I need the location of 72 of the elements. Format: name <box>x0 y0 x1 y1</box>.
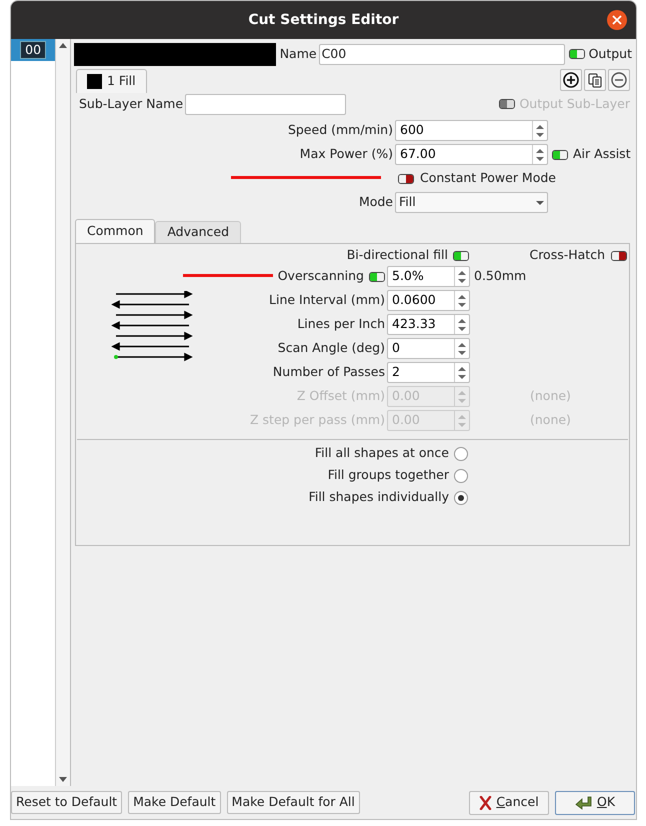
settings-tab[interactable]: Advanced <box>155 221 242 243</box>
remove-button[interactable] <box>608 69 630 91</box>
copy-button[interactable] <box>584 69 606 91</box>
toggle-label: Constant Power Mode <box>420 169 556 188</box>
toggle-switch[interactable] <box>552 150 568 160</box>
setting-note: (none) <box>530 411 571 430</box>
name-label: Name <box>280 44 317 63</box>
radio-button[interactable] <box>454 490 468 504</box>
fill-setting-label: Scan Angle (deg) <box>278 339 385 358</box>
close-icon[interactable] <box>607 10 627 30</box>
sublayer-name-field[interactable] <box>185 94 346 114</box>
caret-icon <box>536 200 544 204</box>
spin-arrows-icon[interactable] <box>536 148 544 162</box>
output-sublayer-label: Output Sub-Layer <box>519 94 630 113</box>
spin-arrows-icon[interactable] <box>458 270 466 284</box>
scrollbar[interactable] <box>55 39 70 786</box>
footer-button[interactable]: Reset to Default <box>11 791 122 814</box>
window-title: Cut Settings Editor <box>248 10 399 30</box>
setting-label: Max Power (%) <box>298 145 394 164</box>
cross-hatch-label: Cross-Hatch <box>529 246 605 264</box>
spin-arrows-icon[interactable] <box>458 294 466 308</box>
color-swatch <box>87 74 102 89</box>
ok-button[interactable]: OK <box>555 790 635 814</box>
radio-button[interactable] <box>454 446 468 460</box>
sublayer-name-label: Sub-Layer Name <box>79 94 184 113</box>
spin-field[interactable]: 600 <box>395 120 548 141</box>
setting-note: (none) <box>530 387 571 406</box>
mode-dropdown[interactable]: Fill <box>395 192 548 213</box>
toggle-switch[interactable] <box>369 272 385 282</box>
toggle-switch[interactable] <box>568 49 585 59</box>
fill-setting-label: Lines per Inch <box>297 315 385 334</box>
spin-field[interactable]: 423.33 <box>387 314 470 335</box>
spin-arrows-icon[interactable] <box>536 124 544 138</box>
add-button[interactable] <box>560 69 582 91</box>
settings-tab[interactable]: Common <box>75 219 156 243</box>
fill-setting-label: Overscanning <box>278 267 364 286</box>
spin-field[interactable]: 5.0% <box>387 266 470 287</box>
scroll-up-icon[interactable] <box>59 43 68 48</box>
fill-setting-label: Line Interval (mm) <box>269 291 385 310</box>
cancel-button[interactable]: Cancel <box>469 790 549 814</box>
spin-arrows-icon[interactable] <box>458 366 466 380</box>
scroll-down-icon[interactable] <box>59 777 68 782</box>
spin-arrows-icon[interactable] <box>458 342 466 356</box>
toggle-switch[interactable] <box>398 174 414 184</box>
spin-field[interactable]: 0.0600 <box>387 290 470 311</box>
footer-button[interactable]: Make Default for All <box>226 791 360 814</box>
toggle-label: Air Assist <box>573 145 631 164</box>
toggle-switch[interactable] <box>453 250 469 260</box>
radio-label: Fill all shapes at once <box>314 444 450 462</box>
bidirectional-label: Bi-directional fill <box>346 246 449 264</box>
radio-label: Fill shapes individually <box>308 488 450 506</box>
setting-note: 0.50mm <box>474 267 526 286</box>
return-arrow-icon <box>574 796 593 810</box>
x-icon <box>479 796 492 810</box>
setting-label: Mode <box>358 193 394 212</box>
layer-item[interactable]: 00 <box>11 39 56 61</box>
fill-setting-label: Z Offset (mm) <box>296 387 385 406</box>
name-field[interactable]: C00 <box>318 44 565 64</box>
radio-label: Fill groups together <box>326 466 450 484</box>
radio-button[interactable] <box>454 468 468 482</box>
setting-label: Speed (mm/min) <box>286 121 394 140</box>
spin-arrows-icon[interactable] <box>458 318 466 332</box>
footer-button[interactable]: Make Default <box>128 791 221 814</box>
spin-field[interactable]: 0 <box>387 338 470 359</box>
spin-field[interactable]: 67.00 <box>395 144 548 165</box>
layer-color-swatch[interactable] <box>74 42 276 66</box>
fill-setting-label: Z step per pass (mm) <box>250 411 385 430</box>
toggle-switch[interactable] <box>611 250 627 260</box>
spin-field[interactable]: 2 <box>387 362 470 383</box>
output-label: Output <box>588 44 632 63</box>
fill-setting-label: Number of Passes <box>272 363 385 382</box>
sublayer-tab[interactable]: 1 Fill <box>76 69 147 93</box>
